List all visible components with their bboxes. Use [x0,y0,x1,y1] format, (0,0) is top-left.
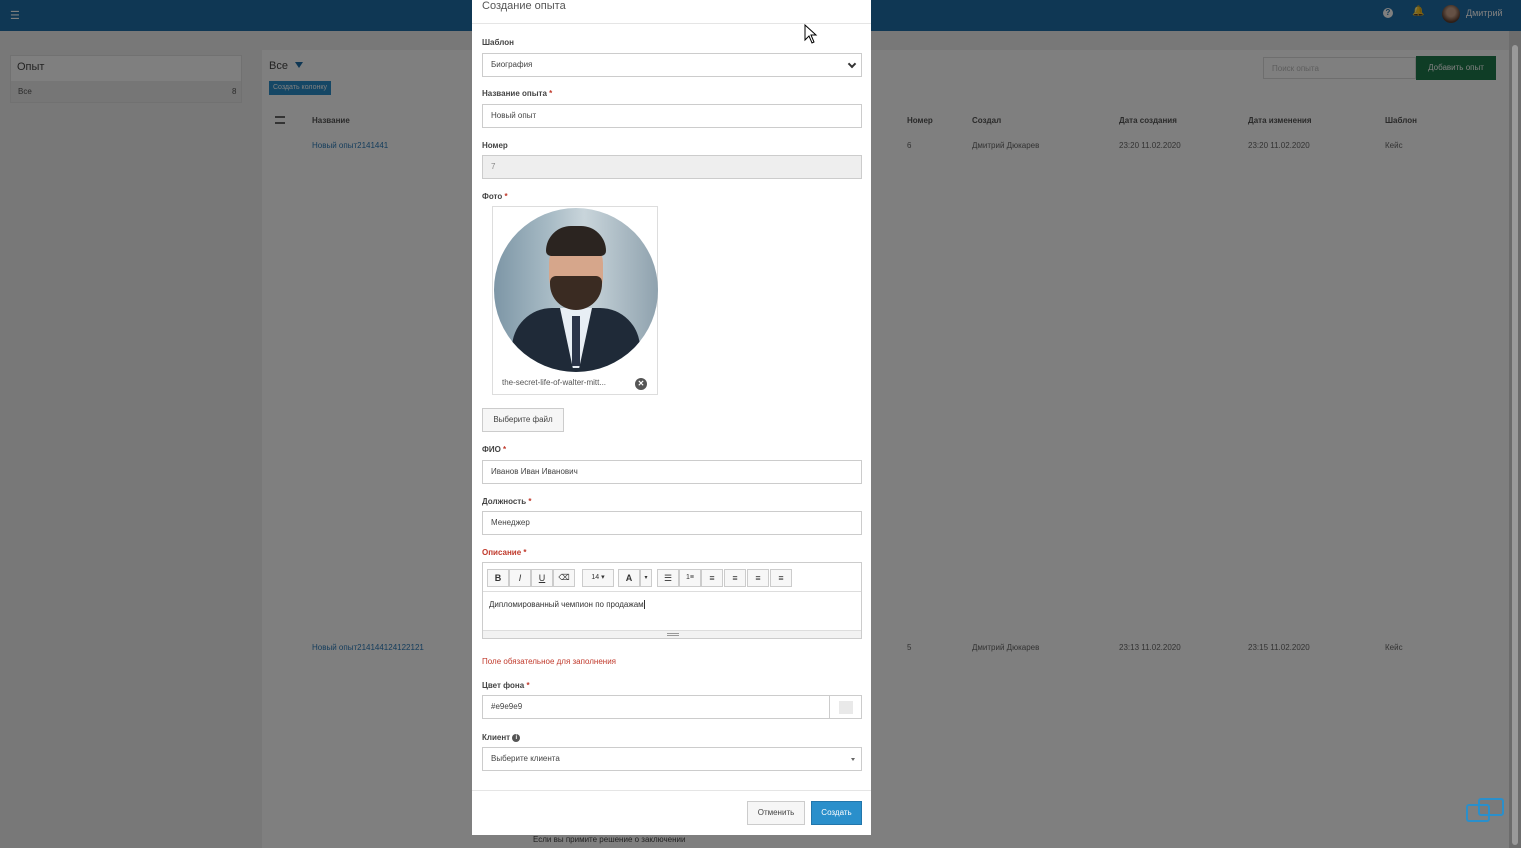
description-editor: B I U ⌫ 14 ▾ A ▾ ☰ 1≡ ≡ ≡ ≡ ≡ Дипломиров… [482,562,862,639]
underline-icon[interactable]: U [531,569,553,587]
font-size-dropdown[interactable]: 14 ▾ [582,569,614,587]
align-justify-icon[interactable]: ≡ [770,569,792,587]
description-error: Поле обязательное для заполнения [482,657,616,666]
description-text: Дипломированный чемпион по продажам [489,600,644,609]
align-center-icon[interactable]: ≡ [724,569,746,587]
create-experience-modal: Создание опыта Шаблон Биография Название… [472,0,871,835]
align-right-icon[interactable]: ≡ [747,569,769,587]
font-color-icon[interactable]: A [618,569,640,587]
name-label-text: Название опыта [482,89,547,98]
font-size-value: 14 [591,574,600,581]
editor-resize-handle[interactable] [483,630,861,638]
template-select[interactable]: Биография [482,53,862,77]
template-label: Шаблон [482,38,514,47]
color-swatch [839,701,853,714]
required-mark: * [549,89,553,98]
eraser-icon[interactable]: ⌫ [553,569,575,587]
cancel-button[interactable]: Отменить [747,801,805,825]
fio-label: ФИО * [482,445,506,454]
required-mark: * [528,497,532,506]
info-icon[interactable]: i [512,733,521,742]
position-input[interactable]: Менеджер [482,511,862,535]
description-label-text: Описание [482,548,522,557]
number-label: Номер [482,141,508,150]
chat-bubble-front [1466,804,1490,822]
bold-icon[interactable]: B [487,569,509,587]
photo-label-text: Фото [482,192,503,201]
text-cursor [643,600,645,610]
fio-input[interactable]: Иванов Иван Иванович [482,460,862,484]
color-picker-button[interactable] [829,695,862,719]
editor-toolbar: B I U ⌫ 14 ▾ A ▾ ☰ 1≡ ≡ ≡ ≡ ≡ [483,563,861,592]
photo-preview-image [494,208,658,372]
photo-tie [572,316,580,366]
required-mark: * [523,548,527,557]
client-label: Клиент i [482,733,521,742]
photo-hair [546,226,606,256]
template-select-value: Биография [491,60,533,69]
client-select[interactable]: Выберите клиента [482,747,862,771]
create-button[interactable]: Создать [811,801,862,825]
align-left-icon[interactable]: ≡ [701,569,723,587]
italic-icon[interactable]: I [509,569,531,587]
photo-beard [550,276,602,310]
name-input[interactable]: Новый опыт [482,104,862,128]
photo-filename: the-secret-life-of-walter-mitt... [502,378,607,387]
client-select-placeholder: Выберите клиента [491,754,560,763]
numbered-list-icon[interactable]: 1≡ [679,569,701,587]
resize-grip-icon [667,633,679,636]
caret-down-icon [851,758,855,761]
position-label-text: Должность [482,497,527,506]
description-label: Описание * [482,548,527,557]
bg-color-label-text: Цвет фона [482,681,525,690]
chat-icon[interactable] [1466,798,1504,828]
page-scrollbar[interactable] [1509,31,1521,848]
modal-footer-divider [472,790,871,791]
description-text-area[interactable]: Дипломированный чемпион по продажам [489,600,645,610]
photo-label: Фото * [482,192,508,201]
photo-preview-card: the-secret-life-of-walter-mitt... ✕ [492,206,658,395]
name-label: Название опыта * [482,89,552,98]
position-label: Должность * [482,497,532,506]
required-mark: * [526,681,530,690]
bg-color-label: Цвет фона * [482,681,530,690]
client-label-text: Клиент [482,733,511,742]
number-input: 7 [482,155,862,179]
choose-file-button[interactable]: Выберите файл [482,408,564,432]
fio-label-text: ФИО [482,445,501,454]
required-mark: * [503,445,507,454]
modal-title: Создание опыта [482,0,566,12]
chevron-down-icon [847,59,857,69]
mouse-cursor-icon [804,24,818,44]
bg-color-input[interactable]: #e9e9e9 [482,695,830,719]
bullet-list-icon[interactable]: ☰ [657,569,679,587]
font-color-dropdown[interactable]: ▾ [640,569,652,587]
remove-photo-icon[interactable]: ✕ [635,378,647,390]
required-mark: * [504,192,508,201]
scrollbar-thumb[interactable] [1512,45,1518,845]
